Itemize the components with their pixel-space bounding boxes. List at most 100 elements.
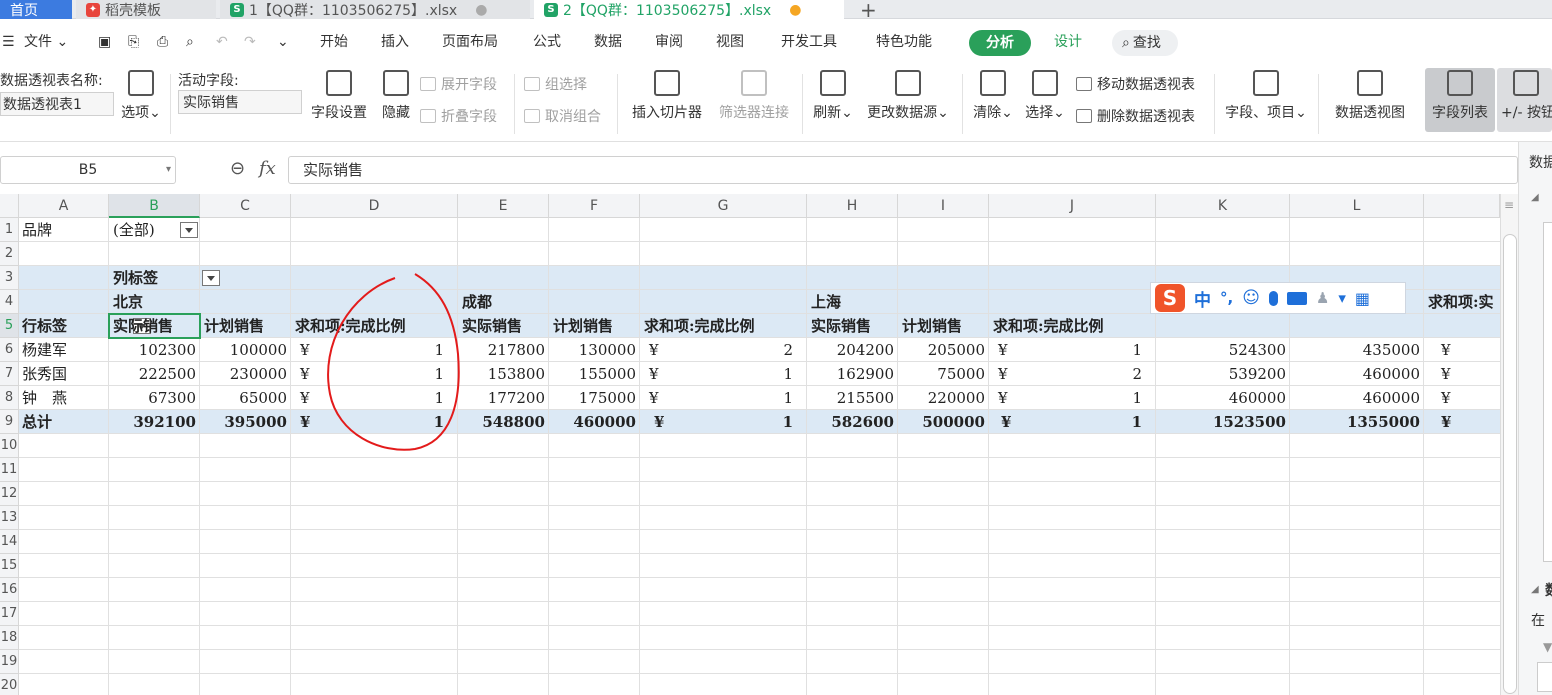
change-source-icon	[895, 70, 921, 96]
ime-mode-label[interactable]: 中	[1194, 286, 1211, 311]
skin-shirt-icon[interactable]: ▾	[1338, 289, 1346, 307]
filter-connections-icon	[741, 70, 767, 96]
red-circle-annotation	[327, 273, 460, 451]
print-icon[interactable]: ⎙	[157, 31, 168, 53]
plus-minus-icon	[1513, 70, 1539, 96]
collapse-field-button[interactable]: 折叠字段	[420, 106, 497, 126]
close-tab-icon[interactable]: ●	[475, 2, 487, 18]
pivot-name-input[interactable]: 数据透视表1	[0, 92, 114, 116]
search-icon: ⌕	[1122, 35, 1130, 51]
refresh-button[interactable]: 刷新⌄	[810, 70, 856, 122]
toolbox-grid-icon[interactable]: ▦	[1355, 289, 1370, 308]
move-pivot-icon	[1076, 77, 1092, 91]
keyboard-icon[interactable]	[1286, 291, 1307, 305]
plus-minus-button[interactable]: +/- 按钮	[1497, 68, 1552, 132]
ime-toolbar[interactable]: S 中 °, ☺ ♟ ▾ ▦	[1150, 282, 1406, 314]
active-field-input[interactable]: 实际销售	[178, 90, 302, 114]
name-box-dropdown-icon[interactable]: ▾	[166, 157, 171, 183]
hide-icon	[383, 70, 409, 96]
docer-icon: ✦	[86, 2, 100, 17]
menu-view[interactable]: 视图	[716, 31, 744, 53]
undo-icon[interactable]: ↶	[216, 31, 228, 53]
tab-file-1[interactable]: S 1【QQ群：1103506275】.xlsx ●	[220, 0, 530, 19]
formula-fx-icon	[1253, 70, 1279, 96]
formula-input[interactable]: 实际销售	[288, 156, 1518, 184]
ungroup-icon	[524, 109, 540, 123]
menu-insert[interactable]: 插入	[381, 31, 409, 53]
search-box[interactable]: ⌕ 查找	[1112, 30, 1178, 56]
scroll-thumb[interactable]	[1503, 234, 1517, 694]
menu-bar: ☰ 文件 ⌄ ▣ ⎘ ⎙ ⌕ ↶ ↷ ⌄ 开始 插入 页面布局 公式 数据 审阅…	[0, 20, 1552, 66]
hide-button[interactable]: 隐藏	[378, 70, 414, 122]
zoom-formula-icon[interactable]: ⊖	[230, 158, 245, 179]
options-button[interactable]: 选项⌄	[118, 70, 164, 122]
vertical-scrollbar[interactable]: ≡	[1500, 194, 1518, 695]
ungroup-button[interactable]: 取消组合	[524, 106, 601, 126]
tab-file-2[interactable]: S 2【QQ群：1103506275】.xlsx ●	[534, 0, 844, 19]
side-panel-field-box[interactable]	[1543, 222, 1552, 562]
expand-field-button[interactable]: 展开字段	[420, 74, 497, 94]
delete-pivot-button[interactable]: 删除数据透视表	[1076, 106, 1195, 126]
expand-icon	[420, 77, 436, 91]
print-preview-icon[interactable]: ⌕	[186, 31, 194, 53]
hamburger-icon[interactable]: ☰	[2, 31, 15, 53]
menu-features[interactable]: 特色功能	[876, 31, 932, 53]
emoji-icon[interactable]: ☺	[1242, 288, 1260, 308]
clear-icon	[980, 70, 1006, 96]
menu-home[interactable]: 开始	[320, 31, 348, 53]
menu-developer[interactable]: 开发工具	[781, 31, 837, 53]
filter-connections-button[interactable]: 筛选器连接	[714, 70, 794, 122]
microphone-icon[interactable]	[1268, 290, 1278, 306]
tab-home[interactable]: 首页	[0, 0, 72, 19]
save-icon[interactable]: ▣	[98, 31, 111, 53]
insert-slicer-button[interactable]: 插入切片器	[627, 70, 707, 122]
side-panel-section-2: 数	[1545, 580, 1552, 600]
menu-page-layout[interactable]: 页面布局	[442, 31, 498, 53]
select-button[interactable]: 选择⌄	[1022, 70, 1068, 122]
tab-analyze[interactable]: 分析	[969, 30, 1031, 56]
export-icon[interactable]: ⎘	[128, 31, 139, 53]
redo-icon[interactable]: ↷	[244, 31, 256, 53]
menu-data[interactable]: 数据	[594, 31, 622, 53]
side-panel-list-box[interactable]	[1537, 662, 1552, 692]
field-settings-icon	[326, 70, 352, 96]
side-panel-note: 在	[1531, 613, 1545, 629]
refresh-icon	[820, 70, 846, 96]
more-icon[interactable]: ⌄	[277, 31, 289, 53]
collapse-section-icon[interactable]: ◢	[1531, 192, 1539, 203]
pivot-chart-icon	[1357, 70, 1383, 96]
ribbon-analyze: 数据透视表名称: 数据透视表1 选项⌄ 活动字段: 实际销售 字段设置 隐藏 展…	[0, 66, 1552, 142]
clear-button[interactable]: 清除⌄	[970, 70, 1016, 122]
pivot-name-label: 数据透视表名称:	[0, 73, 103, 89]
tab-docer[interactable]: ✦ 稻壳模板	[76, 0, 216, 19]
new-tab-button[interactable]: +	[860, 0, 884, 19]
pivot-chart-button[interactable]: 数据透视图	[1328, 70, 1412, 122]
fields-items-button[interactable]: 字段、项目⌄	[1222, 70, 1310, 122]
user-icon[interactable]: ♟	[1316, 289, 1329, 307]
spreadsheet-grid[interactable]: A B C D E F G H I J K L 1 2 3 4 5 6 7 8 …	[0, 194, 1500, 695]
select-icon	[1032, 70, 1058, 96]
field-list-button[interactable]: 字段列表	[1425, 68, 1495, 132]
menu-formula[interactable]: 公式	[533, 31, 561, 53]
collapse-section-icon-2[interactable]: ◢	[1531, 584, 1539, 595]
ime-punct-label[interactable]: °,	[1220, 289, 1233, 307]
move-pivot-button[interactable]: 移动数据透视表	[1076, 74, 1195, 94]
change-source-button[interactable]: 更改数据源⌄	[864, 70, 952, 122]
spreadsheet-icon: S	[230, 2, 244, 17]
sogou-logo-icon[interactable]: S	[1155, 284, 1185, 312]
name-box[interactable]: B5 ▾	[0, 156, 176, 184]
fx-icon[interactable]: fx	[259, 158, 276, 179]
collapse-icon	[420, 109, 436, 123]
tab-bar: 首页 ✦ 稻壳模板 S 1【QQ群：1103506275】.xlsx ● S 2…	[0, 0, 1552, 19]
group-icon	[524, 77, 540, 91]
unsaved-dot-icon[interactable]: ●	[789, 2, 801, 18]
menu-file[interactable]: 文件 ⌄	[24, 31, 68, 53]
active-field-label: 活动字段:	[178, 73, 239, 89]
group-selection-button[interactable]: 组选择	[524, 74, 587, 94]
field-settings-button[interactable]: 字段设置	[308, 70, 370, 122]
tab-design[interactable]: 设计	[1054, 31, 1082, 53]
formula-bar: B5 ▾ ⊖ fx 实际销售	[0, 150, 1552, 190]
scroll-menu-icon[interactable]: ≡	[1504, 198, 1514, 212]
menu-review[interactable]: 审阅	[655, 31, 683, 53]
field-list-icon	[1447, 70, 1473, 96]
